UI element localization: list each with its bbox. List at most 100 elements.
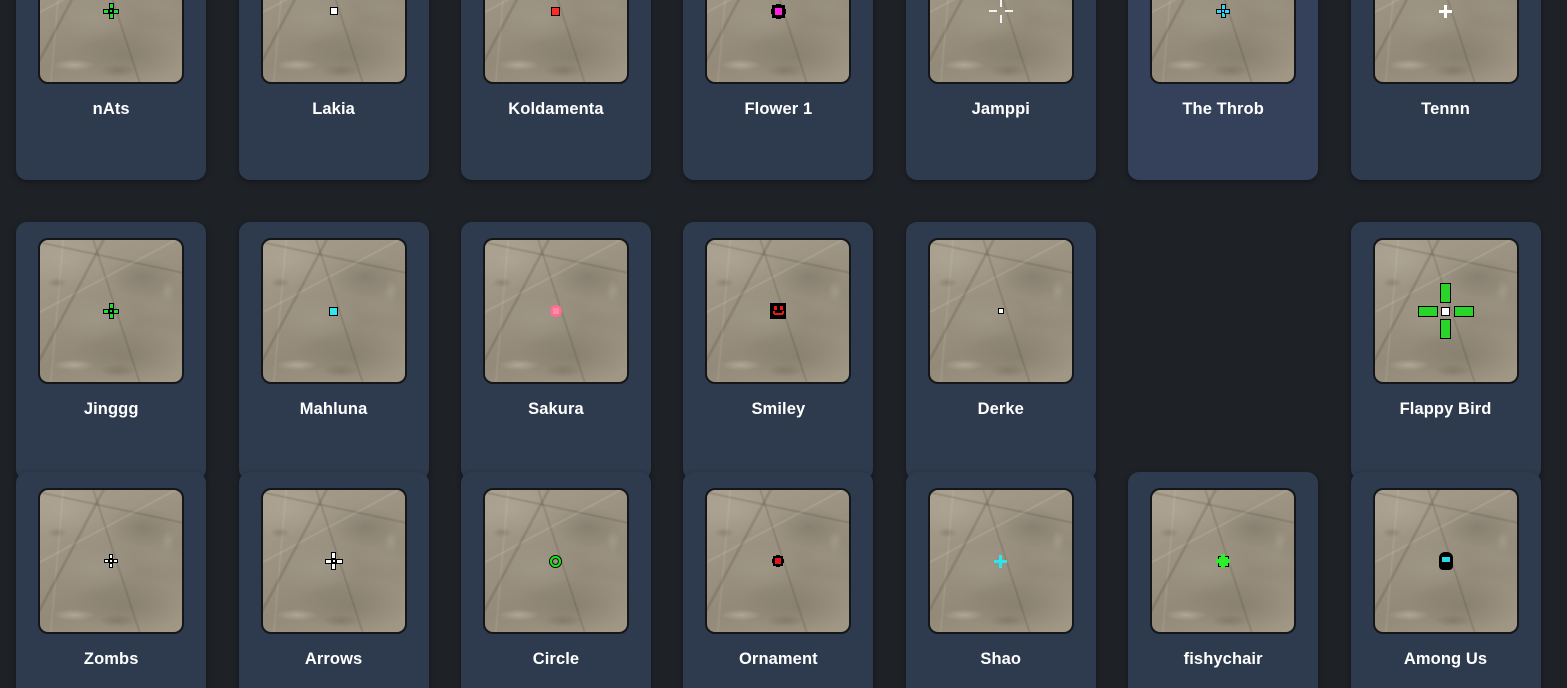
crosshair-thumbnail[interactable]	[1372, 0, 1519, 84]
crosshair-card[interactable]: Flower 1	[683, 0, 874, 180]
empty-slot	[1128, 222, 1318, 480]
crosshair-card[interactable]: Lakia	[238, 0, 429, 180]
crosshair-thumbnail[interactable]	[260, 238, 407, 384]
crosshair-name-label: Ornament	[738, 650, 818, 668]
crosshair-thumbnail[interactable]	[260, 488, 407, 634]
crosshair-name-label: Jinggg	[83, 400, 139, 418]
crosshair-thumbnail[interactable]	[482, 488, 629, 634]
crosshair-card[interactable]: Flappy Bird	[1350, 222, 1541, 480]
grid-cell: Tennn	[1334, 0, 1556, 180]
crosshair-row: Zombs Arrows Circle Ornament Shao fishychair A…	[0, 472, 1567, 688]
crosshair-preview	[1193, 531, 1253, 591]
grid-cell	[1112, 222, 1334, 480]
crosshair-name-label: Flower 1	[744, 100, 813, 118]
grid-cell: Ornament	[667, 472, 889, 688]
grid-cell: Smiley	[667, 222, 889, 480]
grid-cell: Shao	[890, 472, 1112, 688]
crosshair-preview	[304, 531, 364, 591]
crosshair-thumbnail[interactable]	[38, 238, 185, 384]
crosshair-thumbnail[interactable]	[38, 0, 185, 84]
crosshair-preview	[526, 0, 586, 41]
crosshair-preview	[526, 531, 586, 591]
crosshair-card[interactable]: Among Us	[1350, 472, 1541, 688]
crosshair-thumbnail[interactable]	[927, 238, 1074, 384]
crosshair-name-label: Circle	[532, 650, 580, 668]
crosshair-name-label: Tennn	[1421, 100, 1470, 118]
grid-cell: Jinggg	[0, 222, 222, 480]
grid-cell: The Throb	[1112, 0, 1334, 180]
crosshair-preview	[971, 531, 1031, 591]
crosshair-name-label: Among Us	[1403, 650, 1488, 668]
crosshair-card[interactable]: nAts	[16, 0, 207, 180]
crosshair-card[interactable]: Tennn	[1350, 0, 1541, 180]
grid-cell: nAts	[0, 0, 222, 180]
crosshair-name-label: Smiley	[751, 400, 806, 418]
grid-cell: Arrows	[222, 472, 444, 688]
crosshair-preview	[748, 531, 808, 591]
crosshair-name-label: Zombs	[83, 650, 139, 668]
crosshair-thumbnail[interactable]	[38, 488, 185, 634]
crosshair-name-label: Mahluna	[299, 400, 368, 418]
crosshair-name-label: Lakia	[312, 100, 355, 118]
crosshair-card[interactable]: Jamppi	[905, 0, 1096, 180]
crosshair-preview	[1416, 531, 1476, 591]
crosshair-name-label: Arrows	[304, 650, 363, 668]
crosshair-card[interactable]: fishychair	[1128, 472, 1319, 688]
crosshair-card[interactable]: Shao	[905, 472, 1096, 688]
grid-cell: Lakia	[222, 0, 444, 180]
crosshair-preview	[971, 281, 1031, 341]
crosshair-preview	[81, 0, 141, 41]
crosshair-card[interactable]: Sakura	[460, 222, 651, 480]
grid-cell: Sakura	[445, 222, 667, 480]
crosshair-row: nAts Lakia Koldamenta Flower 1 Jamppi The Thr…	[0, 0, 1567, 180]
crosshair-card[interactable]: Jinggg	[16, 222, 207, 480]
crosshair-card[interactable]: Zombs	[16, 472, 207, 688]
crosshair-card[interactable]: Mahluna	[238, 222, 429, 480]
grid-cell: Among Us	[1334, 472, 1556, 688]
grid-cell: fishychair	[1112, 472, 1334, 688]
crosshair-thumbnail[interactable]	[482, 238, 629, 384]
crosshair-row: Jinggg Mahluna Sakura Smiley Derke Flappy Bir…	[0, 222, 1567, 480]
grid-cell: Mahluna	[222, 222, 444, 480]
crosshair-card[interactable]: The Throb	[1128, 0, 1319, 180]
crosshair-preview	[526, 281, 586, 341]
crosshair-thumbnail[interactable]	[1150, 0, 1297, 84]
crosshair-preview	[971, 0, 1031, 41]
crosshair-name-label: Shao	[980, 650, 1022, 668]
crosshair-card[interactable]: Ornament	[683, 472, 874, 688]
grid-cell: Flower 1	[667, 0, 889, 180]
crosshair-thumbnail[interactable]	[705, 488, 852, 634]
crosshair-thumbnail[interactable]	[705, 238, 852, 384]
grid-cell: Jamppi	[890, 0, 1112, 180]
grid-cell: Koldamenta	[445, 0, 667, 180]
crosshair-name-label: Jamppi	[971, 100, 1030, 118]
crosshair-preview	[304, 281, 364, 341]
crosshair-thumbnail[interactable]	[1372, 488, 1519, 634]
crosshair-thumbnail[interactable]	[482, 0, 629, 84]
crosshair-name-label: Flappy Bird	[1399, 400, 1492, 418]
crosshair-card[interactable]: Smiley	[683, 222, 874, 480]
grid-cell: Circle	[445, 472, 667, 688]
crosshair-thumbnail[interactable]	[927, 488, 1074, 634]
crosshair-card[interactable]: Arrows	[238, 472, 429, 688]
crosshair-card[interactable]: Circle	[460, 472, 651, 688]
grid-cell: Flappy Bird	[1334, 222, 1556, 480]
crosshair-card[interactable]: Koldamenta	[460, 0, 651, 180]
crosshair-preview	[81, 531, 141, 591]
grid-cell: Derke	[890, 222, 1112, 480]
crosshair-preview	[304, 0, 364, 41]
crosshair-preview	[748, 281, 808, 341]
crosshair-name-label: The Throb	[1182, 100, 1264, 118]
crosshair-name-label: nAts	[92, 100, 130, 118]
crosshair-preview	[1416, 0, 1476, 41]
crosshair-thumbnail[interactable]	[927, 0, 1074, 84]
crosshair-card[interactable]: Derke	[905, 222, 1096, 480]
crosshair-preview	[748, 0, 808, 41]
crosshair-preview	[81, 281, 141, 341]
crosshair-thumbnail[interactable]	[705, 0, 852, 84]
crosshair-thumbnail[interactable]	[1150, 488, 1297, 634]
crosshair-thumbnail[interactable]	[260, 0, 407, 84]
crosshair-thumbnail[interactable]	[1372, 238, 1519, 384]
crosshair-preview	[1193, 0, 1253, 41]
grid-cell: Zombs	[0, 472, 222, 688]
